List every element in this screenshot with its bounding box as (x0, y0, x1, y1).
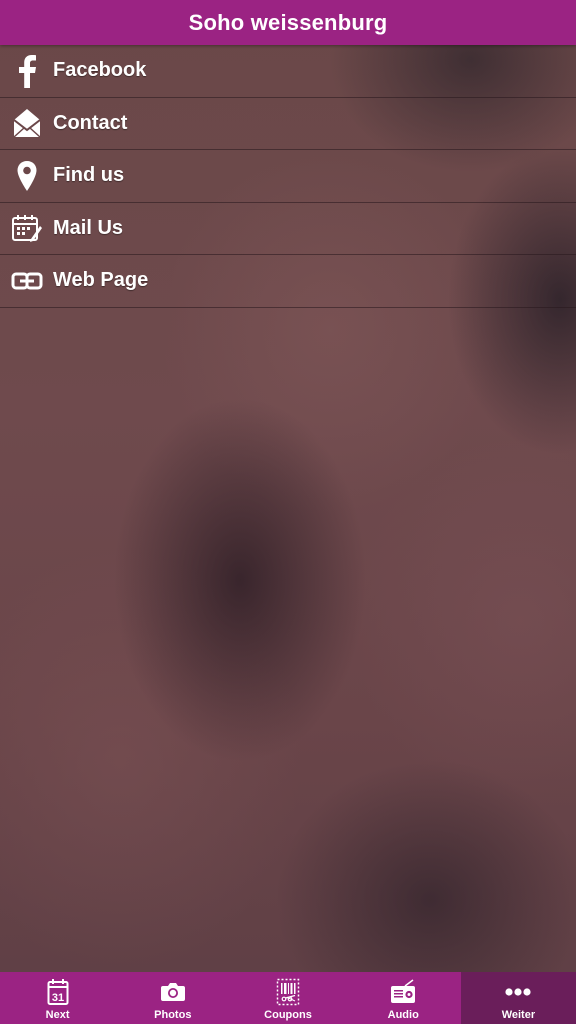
menu-label-facebook: Facebook (53, 59, 147, 82)
menu-item-facebook[interactable]: Facebook (0, 45, 576, 98)
tab-bar: 31 Next Photos Coupons Audio Weiter (0, 972, 576, 1024)
radio-icon (390, 977, 416, 1007)
tab-weiter[interactable]: Weiter (460, 972, 576, 1024)
tab-audio[interactable]: Audio (346, 972, 461, 1024)
tab-label-audio: Audio (387, 1009, 419, 1021)
tab-label-photos: Photos (154, 1009, 192, 1021)
menu-list: Facebook Contact Find us Mail Us Web Pag… (0, 45, 576, 308)
menu-label-mail-us: Mail Us (53, 216, 124, 239)
tab-label-weiter: Weiter (501, 1009, 536, 1021)
link-icon (11, 263, 43, 299)
envelope-icon (11, 105, 43, 141)
menu-item-contact[interactable]: Contact (0, 98, 576, 150)
menu-label-find-us: Find us (53, 164, 125, 187)
menu-item-find-us[interactable]: Find us (0, 150, 576, 203)
coupon-icon (276, 977, 300, 1007)
page-title: Soho weissenburg (188, 9, 388, 35)
tab-label-next: Next (45, 1009, 70, 1021)
menu-item-web-page[interactable]: Web Page (0, 255, 576, 308)
menu-item-mail-us[interactable]: Mail Us (0, 203, 576, 255)
calendar-edit-icon (11, 210, 43, 246)
tab-photos[interactable]: Photos (115, 972, 230, 1024)
more-icon (504, 977, 532, 1007)
tab-next[interactable]: 31 Next (0, 972, 115, 1024)
menu-label-web-page: Web Page (53, 269, 149, 292)
app-header: Soho weissenburg (0, 0, 576, 45)
tab-label-coupons: Coupons (264, 1009, 312, 1021)
calendar-day: 31 (51, 992, 63, 1004)
menu-label-contact: Contact (53, 111, 128, 134)
map-pin-icon (11, 158, 43, 194)
facebook-icon (11, 53, 43, 89)
camera-icon (160, 977, 186, 1007)
tab-coupons[interactable]: Coupons (230, 972, 345, 1024)
calendar-icon: 31 (47, 977, 69, 1007)
